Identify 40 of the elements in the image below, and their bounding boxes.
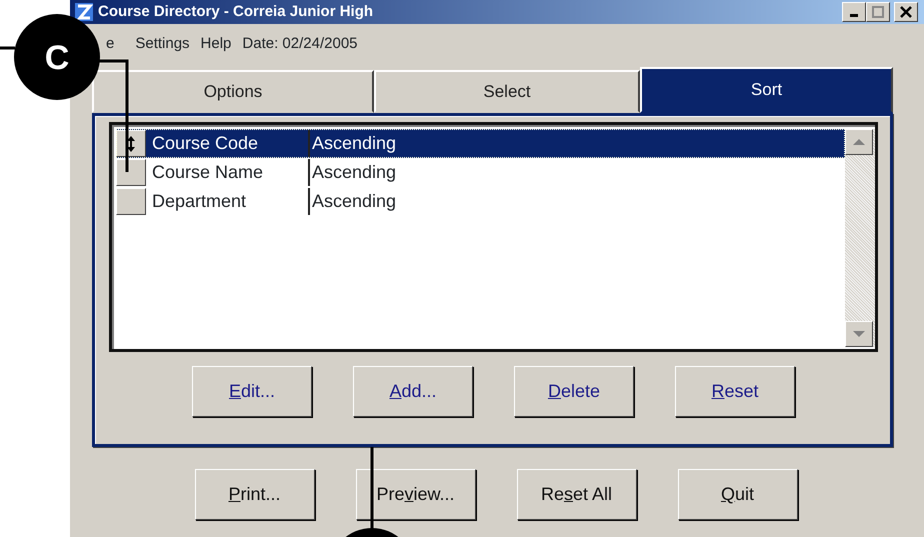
close-button[interactable]	[894, 2, 918, 22]
panel-button[interactable]: Add...	[353, 366, 473, 417]
panel-button[interactable]: Reset	[675, 366, 795, 417]
minimize-button[interactable]	[842, 2, 866, 22]
tab[interactable]: Options	[92, 70, 374, 113]
dialog-button[interactable]: Print...	[194, 469, 314, 520]
tab[interactable]: Sort	[640, 67, 893, 113]
app-icon	[74, 2, 94, 22]
menu-item[interactable]: Help	[200, 32, 232, 56]
field-name: Course Code	[152, 132, 260, 155]
window-title: Course Directory - Correia Junior High	[98, 2, 374, 22]
sort-row[interactable]: Department Ascending	[116, 187, 845, 216]
sort-row[interactable]: Course Name Ascending	[116, 158, 845, 187]
tab[interactable]: Select	[374, 70, 640, 113]
minimize-icon	[850, 14, 858, 17]
panel-button[interactable]: Edit...	[192, 366, 312, 417]
dialog-button[interactable]: Preview...	[356, 469, 476, 520]
panel-button[interactable]: Delete	[514, 366, 634, 417]
scroll-up-button[interactable]	[845, 129, 873, 155]
field-name: Course Name	[152, 161, 264, 184]
maximize-button[interactable]	[866, 2, 890, 22]
scroll-down-button[interactable]	[845, 321, 873, 347]
sort-row[interactable]: Course Code Ascending	[116, 129, 845, 158]
menu-item[interactable]: Settings	[135, 32, 190, 56]
dialog-button[interactable]: Reset All	[516, 469, 636, 520]
sort-order: Ascending	[308, 159, 396, 186]
down-arrow-icon	[852, 330, 866, 338]
menu-item[interactable]: e	[106, 32, 114, 56]
sort-order: Ascending	[308, 130, 396, 157]
callout-label: C	[44, 39, 70, 77]
leader-line	[0, 46, 15, 50]
maximize-icon	[872, 6, 884, 18]
up-arrow-icon	[852, 138, 866, 146]
sort-arrows-icon	[126, 134, 136, 152]
sort-order: Ascending	[308, 188, 396, 215]
date-label: Date: 02/24/2005	[242, 34, 358, 54]
field-name: Department	[152, 190, 248, 213]
scrollbar[interactable]	[845, 129, 875, 347]
close-icon	[900, 6, 912, 18]
dialog-button[interactable]: Quit	[678, 469, 798, 520]
